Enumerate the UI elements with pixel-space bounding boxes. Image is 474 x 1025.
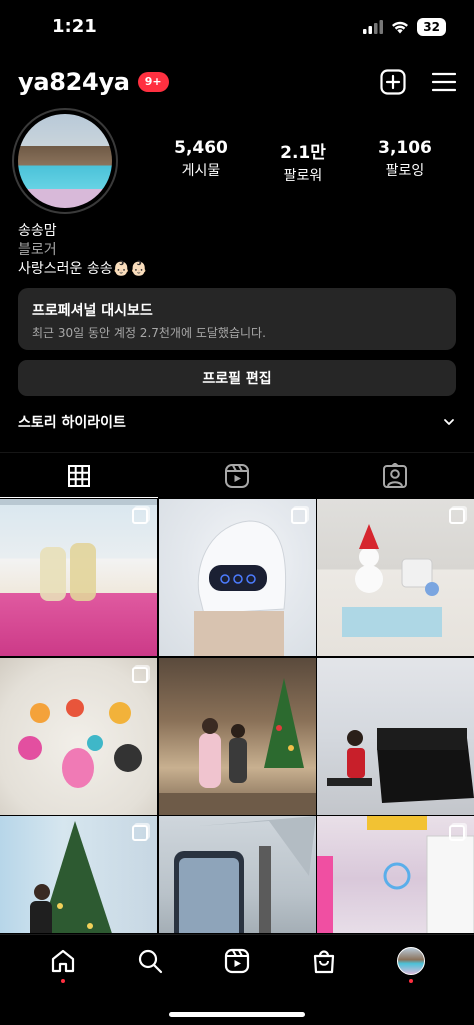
profile-name: 송송맘 — [18, 223, 57, 239]
notification-dot — [61, 979, 66, 983]
stat-following-value: 3,106 — [378, 137, 432, 158]
post-thumbnail[interactable] — [317, 657, 474, 815]
post-grid — [0, 499, 474, 933]
nav-reels[interactable] — [217, 941, 257, 981]
profile-avatar[interactable] — [12, 108, 118, 214]
multi-photo-icon — [290, 508, 307, 524]
create-post-icon[interactable] — [380, 69, 406, 95]
post-thumbnail[interactable] — [0, 499, 157, 656]
post-thumbnail[interactable] — [158, 657, 316, 815]
photo-piano — [327, 727, 474, 803]
photo-phone — [173, 816, 316, 933]
stat-posts-value: 5,460 — [174, 137, 228, 158]
profile-category: 블로거 — [18, 242, 57, 258]
stat-posts[interactable]: 5,460 게시물 — [156, 138, 246, 185]
tab-posts-grid[interactable] — [0, 453, 158, 498]
post-thumbnail[interactable] — [158, 816, 316, 933]
nav-profile[interactable] — [391, 941, 431, 983]
menu-icon[interactable] — [432, 72, 456, 92]
notification-dot — [408, 979, 413, 983]
profile-tabs — [0, 452, 474, 498]
tagged-icon — [383, 462, 407, 488]
tab-reels[interactable] — [158, 453, 316, 498]
username[interactable]: ya824ya — [18, 68, 130, 96]
profile-bio-text: 사랑스러운 송송👶🏻👶🏻 — [18, 261, 148, 277]
tab-tagged[interactable] — [316, 453, 474, 498]
signal-icon — [363, 20, 384, 34]
post-thumbnail[interactable] — [158, 499, 316, 656]
profile-bio: 송송맘 블로거 사랑스러운 송송👶🏻👶🏻 — [18, 222, 147, 279]
multi-photo-icon — [449, 508, 465, 524]
edit-profile-button[interactable]: 프로필 편집 — [18, 360, 456, 396]
stat-following-label: 팔로잉 — [385, 162, 425, 179]
multi-photo-icon — [132, 508, 148, 524]
wifi-icon — [392, 21, 409, 34]
profile-header: ya824ya 9+ — [18, 62, 456, 102]
nav-search[interactable] — [130, 941, 170, 981]
avatar-image — [18, 114, 112, 208]
post-thumbnail[interactable] — [317, 499, 474, 656]
battery-indicator: 32 — [417, 18, 446, 36]
profile-stats: 5,460 게시물 2.1만 팔로워 3,106 팔로잉 — [156, 138, 456, 185]
stat-followers-value: 2.1만 — [280, 142, 326, 163]
multi-photo-icon — [449, 825, 465, 841]
stat-followers-label: 팔로워 — [283, 167, 323, 184]
dashboard-subtitle: 최근 30일 동안 계정 2.7천개에 도달했습니다. — [32, 326, 266, 340]
home-indicator — [169, 1012, 305, 1017]
status-bar: 1:21 32 — [0, 0, 474, 54]
reels-icon — [225, 463, 249, 488]
notification-badge[interactable]: 9+ — [137, 72, 169, 92]
professional-dashboard[interactable]: 프로페셔널 대시보드 최근 30일 동안 계정 2.7천개에 도달했습니다. — [18, 288, 456, 350]
nav-home[interactable] — [43, 941, 83, 983]
post-thumbnail[interactable] — [0, 657, 157, 815]
reels-icon — [224, 948, 250, 974]
multi-photo-icon — [132, 825, 148, 841]
grid-icon — [68, 464, 90, 487]
profile-summary: 5,460 게시물 2.1만 팔로워 3,106 팔로잉 — [12, 108, 456, 214]
profile-avatar-icon — [396, 947, 425, 975]
post-thumbnail[interactable] — [317, 816, 474, 933]
search-icon — [139, 949, 163, 974]
status-icons: 32 — [363, 18, 446, 36]
status-time: 1:21 — [52, 16, 97, 37]
shop-icon — [313, 950, 334, 974]
bottom-nav — [0, 934, 474, 1025]
story-highlights-toggle[interactable]: 스토리 하이라이트 — [18, 412, 456, 432]
photo-tree-kids — [158, 677, 316, 815]
chevron-down-icon — [444, 419, 454, 425]
stat-following[interactable]: 3,106 팔로잉 — [360, 138, 450, 185]
nav-shop[interactable] — [304, 941, 344, 981]
dashboard-title: 프로페셔널 대시보드 — [32, 303, 153, 319]
stat-posts-label: 게시물 — [181, 162, 221, 179]
stat-followers[interactable]: 2.1만 팔로워 — [258, 138, 348, 185]
story-highlights-label: 스토리 하이라이트 — [18, 415, 126, 431]
post-thumbnail[interactable] — [0, 816, 157, 933]
home-icon — [52, 949, 75, 973]
multi-photo-icon — [132, 666, 148, 683]
